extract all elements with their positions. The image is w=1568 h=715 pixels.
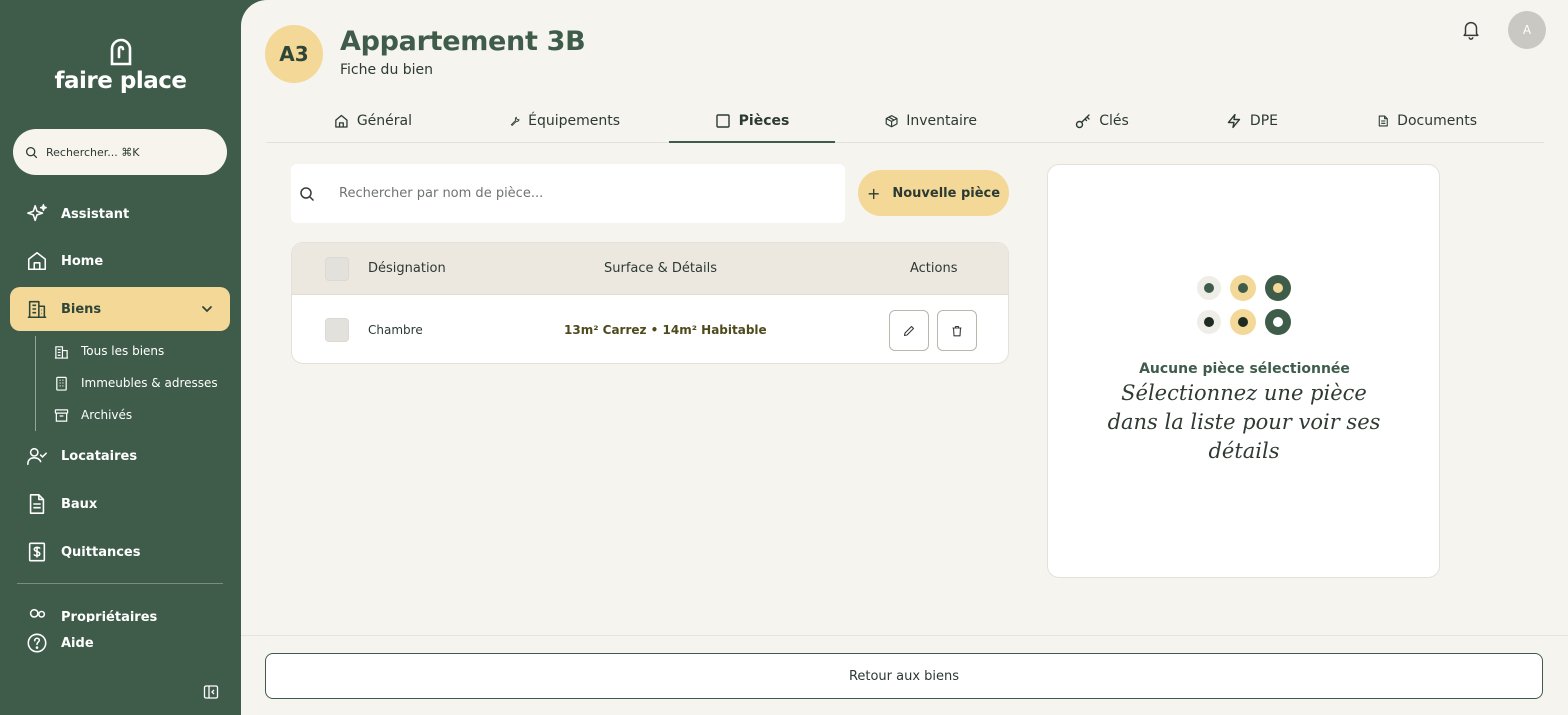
sidebar-item-label: Locataires — [61, 448, 138, 464]
main-content: A3 Appartement 3B Fiche du bien A Généra… — [241, 0, 1568, 715]
document-icon — [1378, 115, 1388, 127]
sidebar-item-label: Quittances — [61, 544, 141, 560]
sidebar-search[interactable]: Rechercher... ⌘K — [13, 129, 227, 175]
sidebar-subitem-label: Tous les biens — [81, 344, 165, 358]
sidebar-item-home[interactable]: Home — [10, 239, 230, 283]
bell-icon[interactable] — [1460, 18, 1482, 40]
trash-icon — [952, 325, 962, 336]
footer: Retour aux biens — [241, 635, 1568, 715]
search-icon — [25, 146, 38, 158]
logo-mark-icon — [110, 38, 131, 66]
help-circle-icon — [27, 633, 47, 653]
row-checkbox[interactable] — [325, 318, 349, 342]
sidebar: faire place Rechercher... ⌘K Assistant H… — [0, 0, 241, 715]
plus-icon: + — [866, 183, 881, 203]
new-room-label: Nouvelle pièce — [892, 185, 1001, 201]
submenu-line — [35, 336, 36, 431]
tab-inventaire[interactable]: Inventaire — [885, 100, 977, 142]
chevron-down-icon[interactable] — [200, 302, 214, 316]
home-icon — [335, 114, 348, 128]
tab-label: Général — [356, 113, 412, 129]
tab-label: Inventaire — [906, 113, 977, 129]
page-title: Appartement 3B — [340, 26, 586, 57]
avatar[interactable]: A — [1508, 11, 1546, 49]
room-name: Chambre — [368, 323, 423, 337]
table-header: Désignation Surface & Détails Actions — [292, 243, 1008, 295]
empty-state-text: Sélectionnez une pièce dans la liste pou… — [1107, 381, 1381, 463]
dots-illustration-icon — [1197, 275, 1291, 335]
sidebar-item-biens[interactable]: Biens — [10, 287, 230, 331]
tab-documents[interactable]: Documents — [1377, 100, 1477, 142]
sidebar-subitem-archives[interactable]: Archivés — [54, 404, 132, 426]
square-icon — [715, 114, 730, 128]
sidebar-search-placeholder: Rechercher... ⌘K — [46, 145, 140, 159]
logo[interactable]: faire place — [0, 36, 241, 94]
sidebar-item-label: Aide — [61, 635, 94, 651]
file-text-icon — [29, 494, 45, 514]
room-search-input[interactable] — [339, 186, 819, 201]
building-icon — [27, 300, 47, 319]
sidebar-item-quittances[interactable]: Quittances — [10, 530, 230, 574]
home-icon — [27, 251, 47, 271]
column-header-designation: Désignation — [368, 261, 446, 276]
sidebar-divider — [17, 583, 223, 584]
column-header-surface: Surface & Détails — [604, 261, 717, 276]
page-subtitle: Fiche du bien — [340, 62, 434, 78]
edit-button[interactable] — [889, 310, 929, 351]
logo-text: faire place — [54, 68, 187, 94]
building-2-icon — [56, 376, 67, 391]
empty-state-title: Aucune pièce sélectionnée — [1139, 361, 1350, 377]
sparkles-icon — [27, 204, 47, 222]
tab-label: Équipements — [528, 113, 620, 129]
tab-label: Documents — [1397, 113, 1477, 129]
key-icon — [1076, 114, 1090, 129]
sidebar-collapse-icon[interactable] — [203, 684, 219, 700]
package-icon — [885, 115, 898, 128]
sidebar-subitem-label: Archivés — [81, 408, 133, 422]
sidebar-item-baux[interactable]: Baux — [10, 482, 230, 526]
sidebar-subitem-label: Immeubles & adresses — [81, 376, 218, 390]
tab-bar: Général Équipements Pièces Inventaire Cl… — [266, 100, 1544, 143]
room-search — [291, 164, 845, 223]
sidebar-item-label: Biens — [61, 301, 102, 317]
sidebar-scroll-area: Propriétaires — [10, 604, 230, 622]
back-to-properties-button[interactable]: Retour aux biens — [265, 653, 1543, 699]
sidebar-item-proprietaires[interactable]: Propriétaires — [26, 606, 157, 622]
user-check-icon — [27, 447, 47, 466]
column-header-actions: Actions — [910, 261, 958, 276]
room-detail-panel: Aucune pièce sélectionnée Sélectionnez u… — [1047, 164, 1440, 578]
delete-button[interactable] — [937, 310, 977, 351]
tab-label: Pièces — [738, 113, 790, 129]
tab-label: DPE — [1249, 113, 1278, 129]
property-badge: A3 — [265, 25, 323, 83]
select-all-checkbox[interactable] — [325, 257, 349, 281]
sidebar-item-locataires[interactable]: Locataires — [10, 434, 230, 478]
sidebar-item-label: Baux — [61, 496, 98, 512]
buildings-icon — [54, 345, 69, 359]
sidebar-subitem-immeubles[interactable]: Immeubles & adresses — [54, 372, 218, 394]
wrench-icon — [510, 116, 520, 126]
tab-dpe[interactable]: DPE — [1226, 100, 1278, 142]
tab-label: Clés — [1099, 113, 1129, 129]
zap-icon — [1227, 113, 1241, 129]
receipt-icon — [28, 542, 46, 562]
tab-cles[interactable]: Clés — [1075, 100, 1129, 142]
sidebar-item-label: Assistant — [61, 206, 130, 222]
sidebar-item-assistant[interactable]: Assistant — [10, 192, 230, 236]
tab-general[interactable]: Général — [334, 100, 412, 142]
new-room-button[interactable]: + Nouvelle pièce — [858, 170, 1009, 216]
rooms-table: Désignation Surface & Détails Actions Ch… — [291, 242, 1009, 364]
table-row[interactable]: Chambre 13m² Carrez • 14m² Habitable — [292, 296, 1008, 363]
archive-icon — [54, 408, 69, 422]
sidebar-subitem-tous-les-biens[interactable]: Tous les biens — [54, 340, 164, 362]
tab-equipements[interactable]: Équipements — [510, 100, 620, 142]
sidebar-item-label: Home — [61, 253, 104, 269]
room-surface: 13m² Carrez • 14m² Habitable — [564, 323, 767, 337]
tab-pieces[interactable]: Pièces — [669, 100, 835, 143]
search-icon — [300, 186, 315, 201]
pencil-icon — [903, 325, 915, 336]
sidebar-item-aide[interactable]: Aide — [10, 621, 230, 665]
users-icon — [29, 608, 46, 618]
